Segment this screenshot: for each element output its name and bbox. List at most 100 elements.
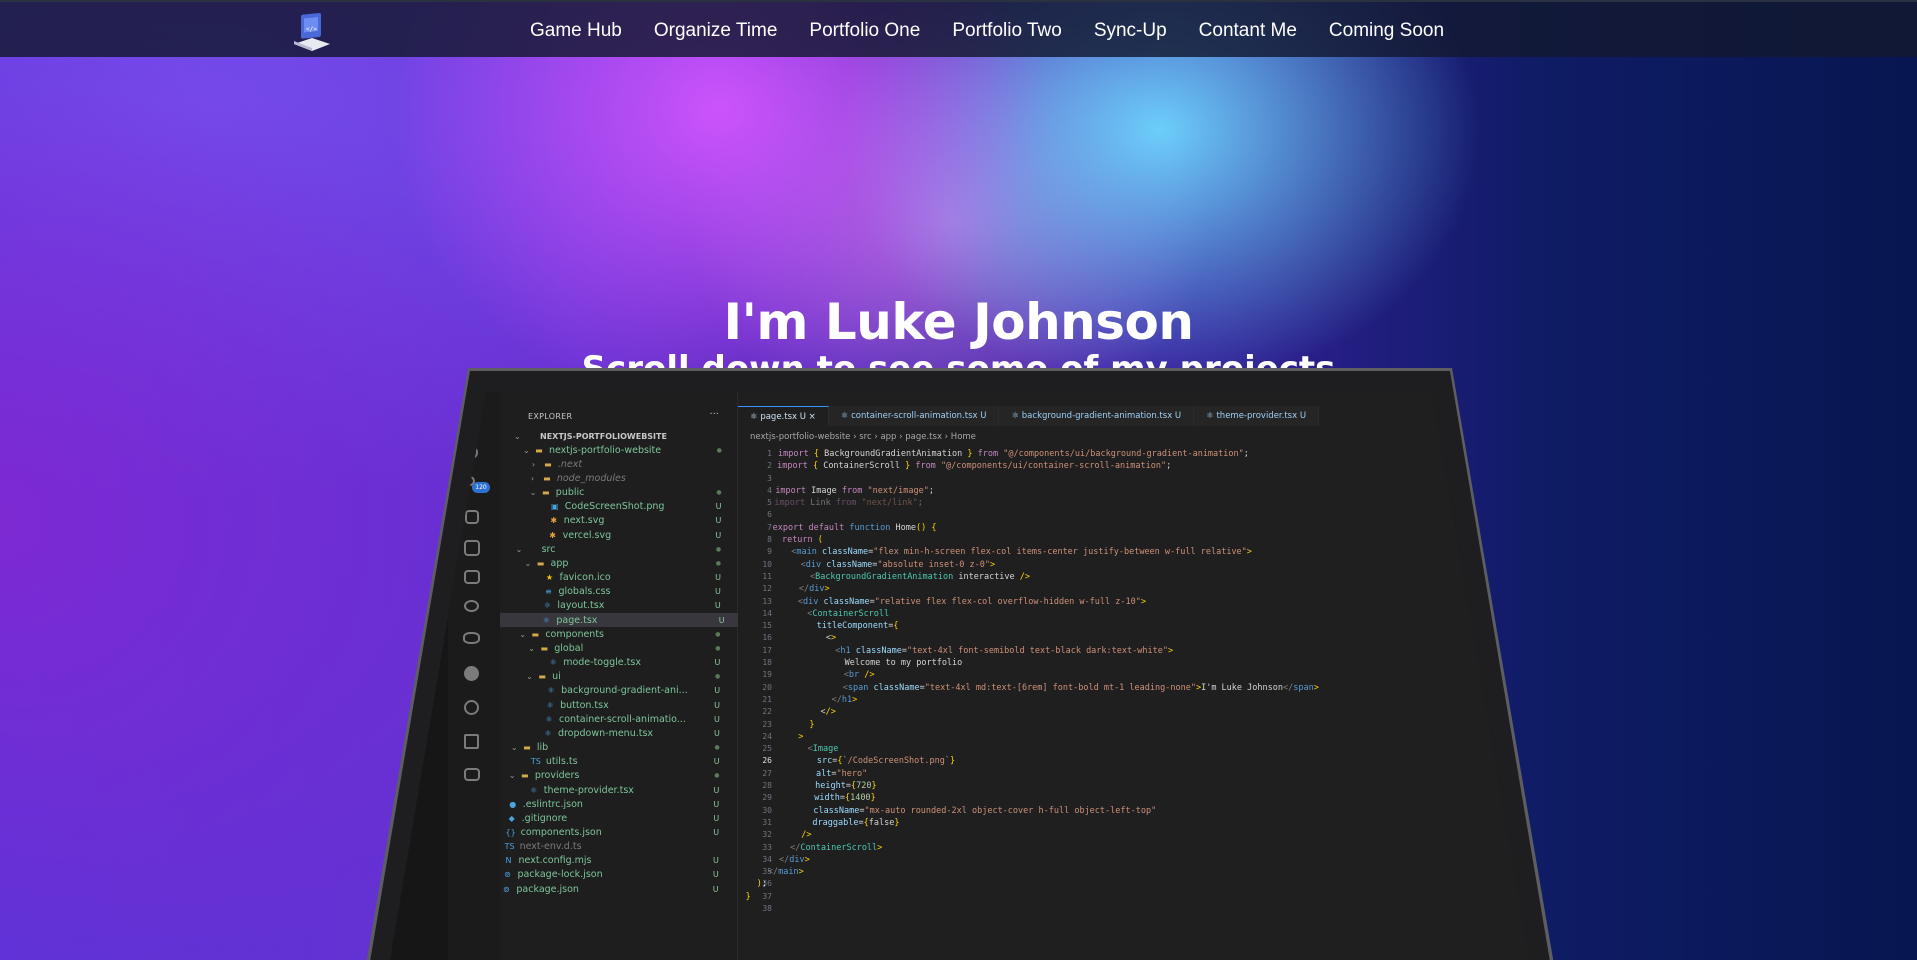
tree-item[interactable]: ✱ vercel.svg U [507,528,734,542]
tree-item[interactable]: ⚛ background-gradient-ani... U [495,684,734,698]
explorer-title: EXPLORER [528,412,573,421]
nav-link-game-hub[interactable]: Game Hub [530,20,622,42]
chevron-icon: ⌄ [515,544,523,554]
nav-link-portfolio-two[interactable]: Portfolio Two [952,20,1061,42]
tree-item-label: providers [534,770,580,782]
file-type-icon: ⚛ [530,785,538,795]
file-type-icon: {} [505,827,516,837]
tree-item[interactable]: ⌄ ▬ global ● [498,641,734,655]
code-screenshot: 120 EXPLORER ··· ⌄ NEXTJS-PORTFOLIOWEBSIT… [388,392,1532,960]
tree-item-label: container-scroll-animatio... [559,713,686,725]
tree-item[interactable]: ⌄ ▬ providers ● [489,769,734,783]
editor-tab[interactable]: ⚛ container-scroll-animation.tsx U [828,406,1000,426]
file-type-icon: TS [504,842,515,852]
tree-item[interactable]: › ▬ .next [512,457,734,471]
tree-item[interactable]: ⊚ package-lock.json U [481,868,734,882]
breadcrumb-item[interactable]: Home [951,432,976,442]
source-control-badge: 120 [472,482,490,493]
code-line: src={`/CodeScreenShot.png`} [816,756,956,767]
top-navbar: </> Game Hub Organize Time Portfolio One… [0,0,1917,57]
tree-item[interactable]: ⚛ button.tsx U [494,698,734,712]
tree-item[interactable]: ⌄ ▬ ui ● [496,670,734,684]
editor-tabs: ⚛ page.tsx U × ⚛ container-scroll-animati… [738,406,1320,426]
file-type-icon: ▬ [542,488,550,498]
code-line: </div> [798,584,830,595]
nav-link-organize-time[interactable]: Organize Time [654,20,778,42]
tree-item[interactable]: ★ favicon.ico U [504,571,735,585]
tree-item[interactable]: ⚛ theme-provider.tsx U [488,783,734,797]
tree-item[interactable]: ⊚ package.json U [480,882,734,896]
git-status-badge: U [715,502,722,512]
git-status-badge: U [715,516,722,526]
editor-tab[interactable]: ⚛ page.tsx U × [738,406,829,426]
code-line: <ContainerScroll [807,608,890,619]
git-status-badge: ● [714,673,721,681]
tree-item[interactable]: ⚛ mode-toggle.tsx U [497,656,734,670]
breadcrumb-item[interactable]: nextjs-portfolio-website [750,432,850,442]
chat-icon [464,700,479,715]
chevron-icon: ⌄ [528,643,535,653]
tree-item-label: components [545,628,605,640]
line-number: 7 [767,522,772,532]
git-status-badge: U [715,530,722,540]
tree-item-label: .gitignore [521,812,568,824]
git-status-badge: ● [715,545,722,553]
tree-item[interactable]: ⌄ ▬ lib ● [491,741,734,755]
code-line: } [745,891,751,902]
tree-item[interactable]: {} components.json U [485,825,734,839]
site-logo-icon[interactable]: </> [290,10,334,52]
chevron-icon: ⌄ [524,558,532,568]
git-status-badge: ● [716,489,722,497]
tree-item[interactable]: › ▬ node_modules [511,471,734,485]
tree-item[interactable]: ● .eslintrc.json U [487,797,734,811]
code-line: import Image from "next/image"; [775,485,935,496]
git-status-badge: ● [715,559,722,567]
code-line: <br /> [843,670,875,681]
nav-link-coming-soon[interactable]: Coming Soon [1329,20,1444,42]
tree-item[interactable]: ⌄ ▬ app ● [505,556,734,570]
file-type-icon: ⚛ [545,714,553,724]
editor-tab[interactable]: ⚛ background-gradient-animation.tsx U [999,406,1195,426]
tree-item[interactable]: ⌄ ▬ nextjs-portfolio-website ● [513,443,734,457]
tree-item[interactable]: ⌄ ▬ public ● [510,486,734,500]
tree-item[interactable]: Nnext.config.mjs U [483,854,735,868]
code-line: <h1 className="text-4xl font-semibold te… [835,645,1174,656]
tree-item[interactable]: ◆ .gitignore U [486,811,734,825]
code-line: </> [759,707,836,718]
tree-item[interactable]: ⌄ ▬ components ● [499,627,734,641]
tree-item[interactable]: ⌄ src ● [506,542,734,556]
chevron-icon: ⌄ [529,488,537,498]
code-line: <BackgroundGradientAnimation interactive… [809,571,1031,582]
file-type-icon: ✱ [550,516,558,526]
tree-item[interactable]: ▣ CodeScreenShot.png U [509,500,734,514]
tree-item[interactable]: ⌄ NEXTJS-PORTFOLIOWEBSITE [514,429,734,443]
file-type-icon: ✱ [549,530,556,540]
tree-item[interactable]: ⚛ layout.tsx U [501,599,734,613]
breadcrumb-separator: › [941,432,951,442]
code-line: className="mx-auto rounded-2xl object-co… [813,805,1157,816]
code-line: import { ContainerScroll } from "@/compo… [777,461,1172,472]
breadcrumb-item[interactable]: page.tsx [905,432,942,442]
explorer-more-icon[interactable]: ··· [709,409,719,420]
breadcrumb-item[interactable]: src [859,432,871,442]
code-content[interactable]: import { BackgroundGradientAnimation } f… [746,448,1319,915]
code-editor: ⚛ page.tsx U × ⚛ container-scroll-animati… [738,392,1532,960]
breadcrumb-item[interactable]: app [880,432,896,442]
tree-item[interactable]: ✱ next.svg U [508,514,734,528]
tree-item[interactable]: TS next-env.d.ts [484,840,734,854]
tree-item[interactable]: ⚛ page.tsx U [500,613,738,628]
editor-tab[interactable]: ⚛ theme-provider.tsx U [1194,406,1320,426]
file-type-icon: ▬ [521,771,529,781]
nav-link-portfolio-one[interactable]: Portfolio One [809,20,920,42]
file-type-icon: ▬ [535,445,543,455]
breadcrumb-separator: › [896,432,906,442]
tree-item[interactable]: ≡ globals.css U [502,585,734,599]
tree-item[interactable]: ⚛ container-scroll-animatio... U [493,712,734,726]
tree-item[interactable]: TS utils.ts U [490,755,734,769]
nav-link-contact-me[interactable]: Contant Me [1199,20,1297,42]
tree-item-label: button.tsx [560,699,609,711]
code-line: return ( [781,535,823,546]
line-number: 5 [767,498,772,508]
nav-link-sync-up[interactable]: Sync-Up [1094,20,1167,42]
tree-item[interactable]: ⚛ dropdown-menu.tsx U [492,726,734,740]
